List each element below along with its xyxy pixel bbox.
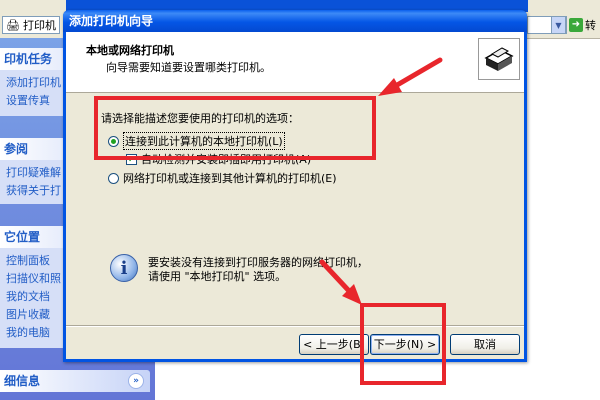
- annotation-arrows: [319, 57, 443, 305]
- arrow-to-options: [378, 57, 443, 96]
- arrow-to-next: [319, 259, 362, 305]
